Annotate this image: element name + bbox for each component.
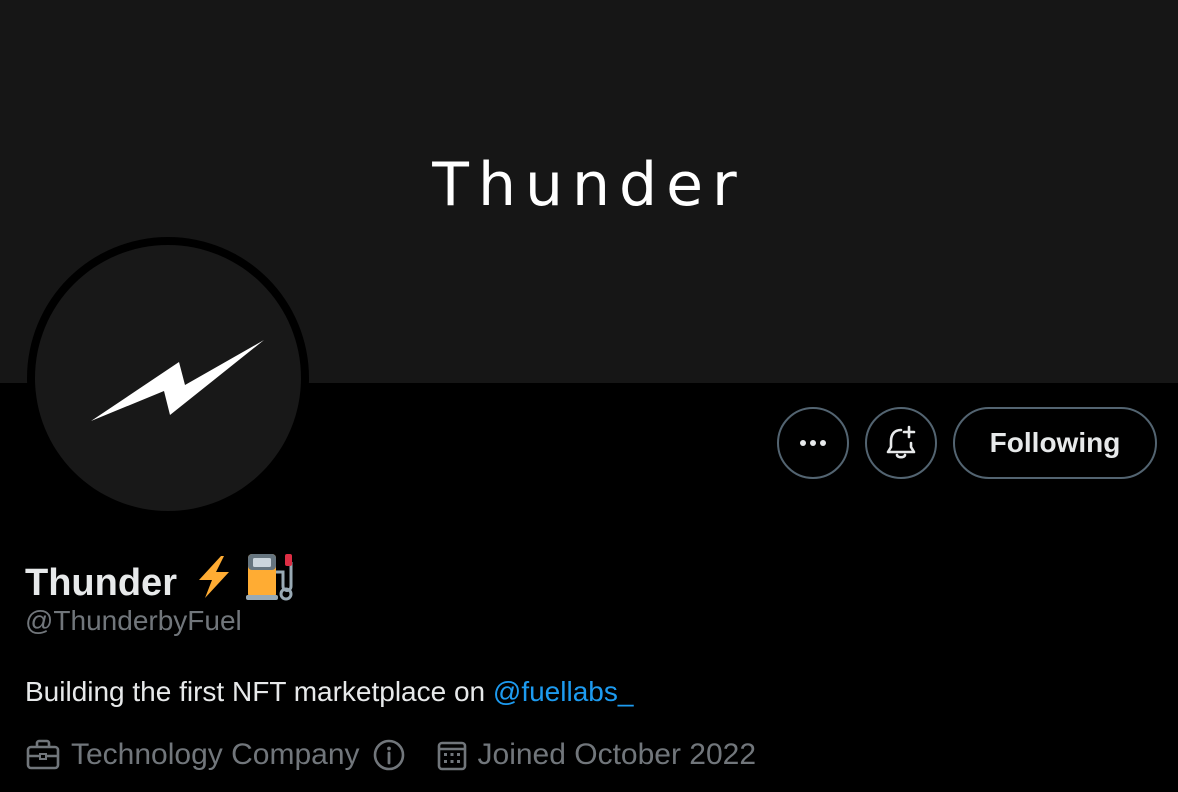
more-button[interactable] [777,407,849,479]
bio-text: Building the first NFT marketplace on [25,676,493,707]
briefcase-icon [26,739,60,770]
meta-category: Technology Company [25,735,406,775]
lightning-bolt-icon [91,340,264,421]
profile-handle: @ThunderbyFuel [25,605,242,636]
avatar[interactable] [27,237,309,519]
profile-meta: Technology Company Joined October 2022 [25,735,756,775]
calendar-icon [437,741,466,771]
avatar-image [35,245,301,511]
display-name-text: Thunder [25,562,177,604]
category-label: Technology Company [71,738,360,771]
info-icon[interactable] [372,738,406,772]
bell-plus-icon [886,425,916,459]
banner-title: Thunder [432,150,746,220]
joined-date: Joined October 2022 [477,738,757,771]
fuel-pump-emoji-icon [245,552,295,614]
following-button[interactable]: Following [953,407,1157,479]
bio-mention-link[interactable]: @fuellabs_ [493,676,634,707]
notify-button[interactable] [865,407,937,479]
profile-bio: Building the first NFT marketplace on @f… [25,673,633,711]
more-horizontal-icon [800,440,826,446]
meta-joined: Joined October 2022 [436,735,757,775]
